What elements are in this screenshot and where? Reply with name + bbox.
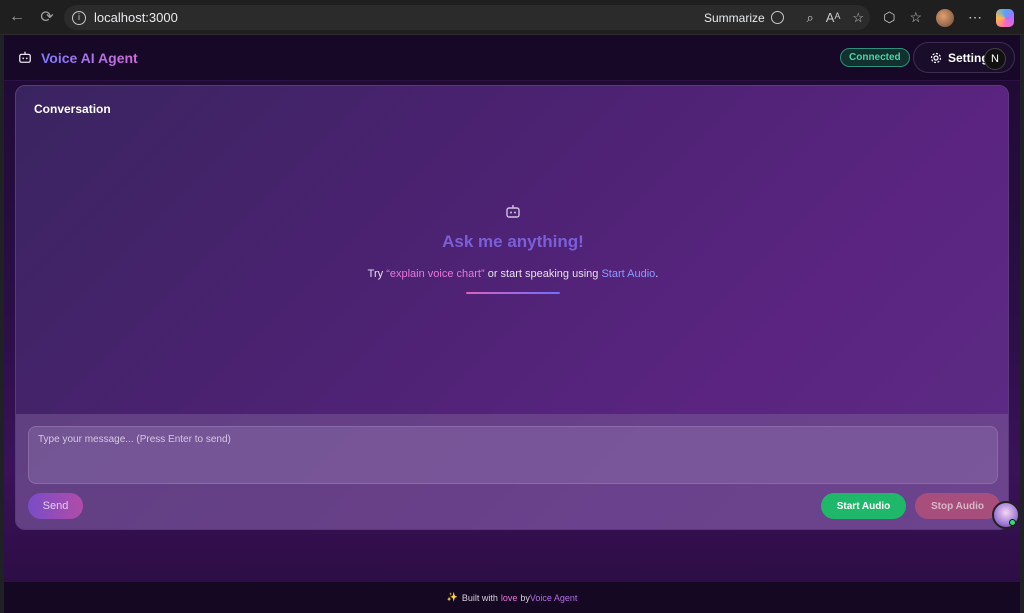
assistant-avatar-icon[interactable] [992, 501, 1020, 529]
sparkle-icon: ✨ [446, 592, 458, 602]
message-input[interactable] [28, 426, 998, 484]
send-button[interactable]: Send [28, 493, 83, 519]
footer-prefix: Built with [461, 592, 498, 603]
online-indicator [1009, 519, 1016, 526]
footer: ✨ Built with love by Voice Agent [4, 581, 1020, 613]
app-title: Voice AI Agent [41, 50, 138, 66]
hint-middle: or start speaking using [484, 268, 602, 280]
panel-title: Conversation [34, 102, 111, 116]
footer-by: by [520, 592, 530, 603]
empty-state-hint: Try “explain voice chart” or start speak… [16, 268, 1008, 280]
stop-audio-button[interactable]: Stop Audio [915, 493, 1000, 519]
profile-avatar[interactable] [936, 8, 954, 27]
extensions-icon[interactable]: ⬡ [883, 9, 895, 26]
hint-suffix: . [655, 268, 659, 280]
read-aloud-icon[interactable]: Aᴬ [826, 10, 841, 25]
zoom-icon[interactable]: ⌕ [807, 10, 814, 26]
robot-logo-icon [19, 51, 31, 63]
url-text[interactable]: localhost:3000 [94, 10, 178, 25]
decorative-underline [466, 292, 560, 294]
footer-brand[interactable]: Voice Agent [530, 593, 578, 603]
start-audio-button[interactable]: Start Audio [821, 493, 906, 519]
robot-icon [506, 205, 520, 218]
site-info-icon[interactable]: i [72, 10, 86, 25]
summarize-button[interactable]: Summarize [704, 5, 784, 30]
favorite-star-icon[interactable]: ☆ [852, 10, 864, 26]
user-avatar[interactable]: N [984, 48, 1006, 70]
app-header: Voice AI Agent Connected Settings N [4, 35, 1020, 81]
hint-prefix: Try [367, 268, 387, 280]
composer: Send Start Audio Stop Audio [16, 414, 1008, 529]
gear-icon [930, 52, 942, 63]
summarize-label: Summarize [704, 10, 765, 25]
app-page: Voice AI Agent Connected Settings N Conv… [4, 35, 1020, 613]
copilot-icon[interactable] [996, 8, 1014, 27]
browser-toolbar: ← ⟳ i localhost:3000 Summarize ⌕ Aᴬ ☆ ⬡ … [0, 0, 1024, 35]
back-icon[interactable]: ← [4, 4, 30, 30]
conversation-panel: Conversation Ask me anything! Try “expla… [15, 85, 1009, 530]
reload-icon[interactable]: ⟳ [34, 4, 60, 30]
hint-action: Start Audio [601, 268, 656, 280]
empty-state-title: Ask me anything! [442, 232, 584, 251]
summarize-icon [770, 11, 784, 24]
status-badge: Connected [840, 48, 910, 67]
more-menu-icon[interactable]: ⋯ [968, 9, 982, 26]
hint-example: “explain voice chart” [386, 268, 485, 280]
footer-love: love [500, 592, 518, 603]
favorites-icon[interactable]: ☆ [909, 9, 922, 26]
address-bar[interactable]: i localhost:3000 Summarize ⌕ Aᴬ ☆ [64, 5, 870, 30]
